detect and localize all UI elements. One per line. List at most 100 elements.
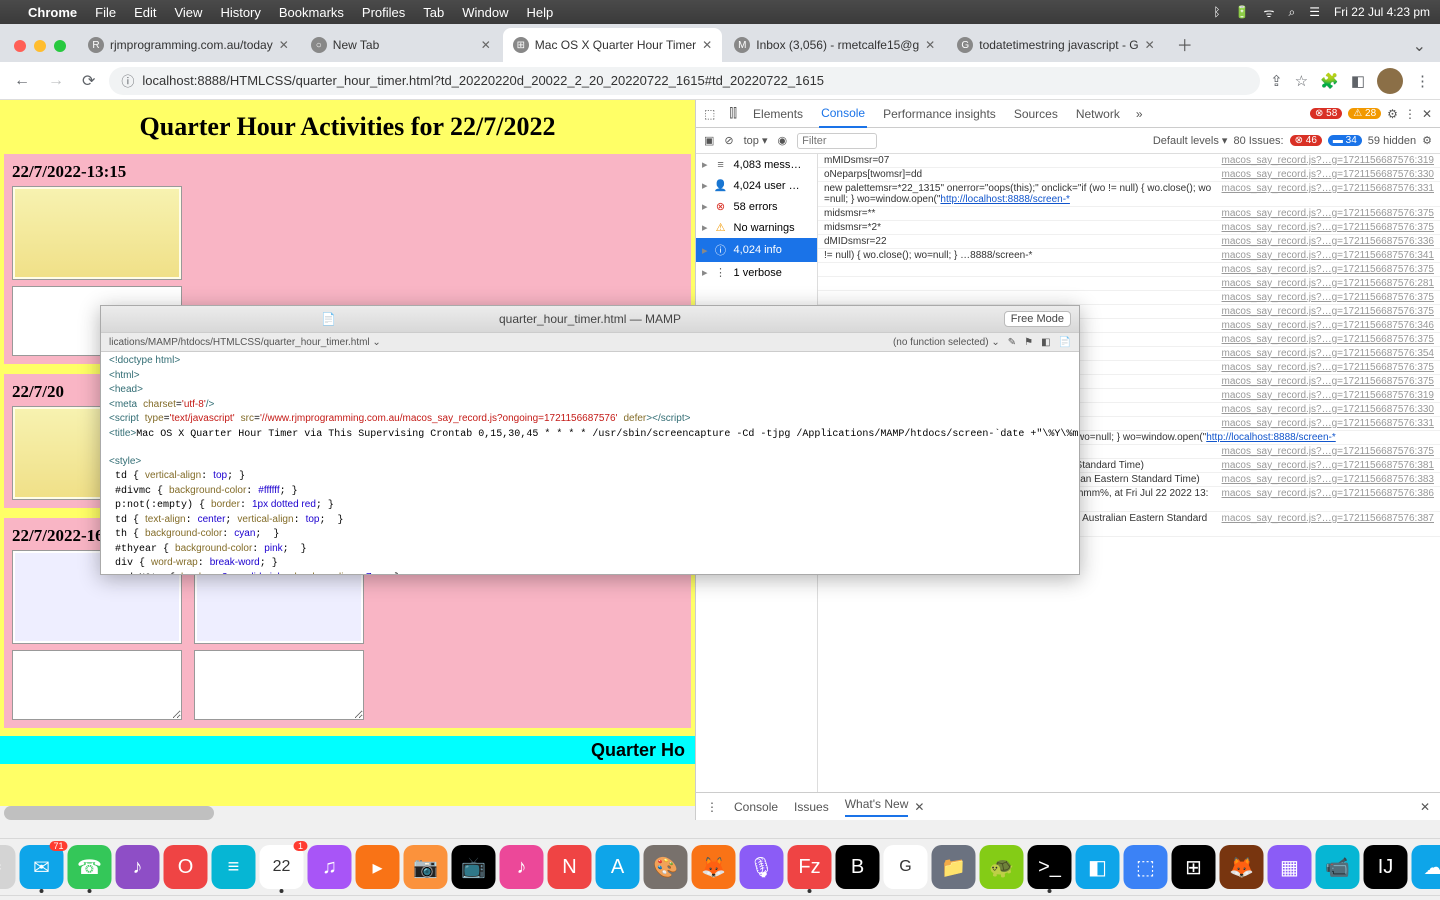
chrome-menu-icon[interactable]: ⋮ [1415,72,1430,90]
site-info-icon[interactable]: ⓘ [121,71,134,90]
log-source-link[interactable]: macos_say_record.js?…g=1721156687576:319 [1222,390,1434,401]
dock-app[interactable]: 📷 [404,845,448,889]
dock-app[interactable]: IJ [1364,845,1408,889]
browser-tab[interactable]: ⊞Mac OS X Quarter Hour Timer✕ [503,28,722,62]
code-area[interactable]: <!doctype html> <html> <head> <meta char… [101,352,1079,574]
log-source-link[interactable]: macos_say_record.js?…g=1721156687576:381 [1222,460,1434,471]
log-source-link[interactable]: macos_say_record.js?…g=1721156687576:330 [1222,404,1434,415]
drawer-tab-whatsnew[interactable]: What's New [845,797,909,817]
drawer-tab-issues[interactable]: Issues [794,800,829,814]
dock-app[interactable]: ♪ [116,845,160,889]
sidebar-filter-row[interactable]: ▸⚠No warnings [696,217,817,238]
log-source-link[interactable]: macos_say_record.js?…g=1721156687576:319 [1222,155,1434,166]
console-log-row[interactable]: oNeparps[twomsr]=ddmacos_say_record.js?…… [818,168,1440,182]
reload-button[interactable]: ⟳ [78,67,99,95]
error-count-badge[interactable]: ⊗ 58 [1310,108,1342,119]
menu-tab[interactable]: Tab [423,5,444,20]
levels-selector[interactable]: Default levels ▾ [1153,134,1228,147]
log-source-link[interactable]: macos_say_record.js?…g=1721156687576:383 [1222,474,1434,485]
clear-console-icon[interactable]: ⊘ [724,134,733,147]
wifi-icon[interactable]: ᯤ [1263,4,1274,21]
address-bar[interactable]: ⓘ localhost:8888/HTMLCSS/quarter_hour_ti… [109,67,1260,95]
menu-history[interactable]: History [220,5,260,20]
flag-icon[interactable]: ⚑ [1024,337,1033,348]
menu-bookmarks[interactable]: Bookmarks [279,5,344,20]
more-icon[interactable]: ⋮ [1404,107,1416,121]
browser-tab[interactable]: ○New Tab✕ [301,28,501,62]
dock-app[interactable]: ≡ [212,845,256,889]
comment-textarea[interactable] [12,650,182,720]
sidepanel-icon[interactable]: ◧ [1351,72,1365,90]
menu-view[interactable]: View [174,5,202,20]
close-tab-icon[interactable]: ✕ [481,38,491,52]
dock-app[interactable]: 🐢 [980,845,1024,889]
back-button[interactable]: ← [10,68,34,94]
close-tab-icon[interactable]: ✕ [702,38,712,52]
console-log-row[interactable]: dMIDsmsr=22macos_say_record.js?…g=172115… [818,235,1440,249]
log-source-link[interactable]: macos_say_record.js?…g=1721156687576:281 [1222,278,1434,289]
menu-window[interactable]: Window [462,5,508,20]
dock-app[interactable]: >_ [1028,845,1072,889]
close-tab-icon[interactable]: ✕ [925,38,935,52]
function-selector[interactable]: (no function selected) ⌄ [893,337,1000,348]
log-source-link[interactable]: macos_say_record.js?…g=1721156687576:375 [1222,208,1434,219]
split-icon[interactable]: ◧ [1041,337,1050,348]
console-log-row[interactable]: macos_say_record.js?…g=1721156687576:375 [818,291,1440,305]
dock-app[interactable]: A [596,845,640,889]
console-log-row[interactable]: midsmsr=**macos_say_record.js?…g=1721156… [818,207,1440,221]
dock-app[interactable]: ▸ [356,845,400,889]
battery-icon[interactable]: 🔋 [1235,5,1250,19]
share-icon[interactable]: ⇪ [1270,72,1283,90]
console-log-row[interactable]: macos_say_record.js?…g=1721156687576:375 [818,263,1440,277]
close-tab-icon[interactable]: ✕ [1145,38,1155,52]
dock-app[interactable]: ◧ [1076,845,1120,889]
dock-app[interactable]: 🎨 [644,845,688,889]
log-source-link[interactable]: macos_say_record.js?…g=1721156687576:375 [1222,376,1434,387]
drawer-tab-console[interactable]: Console [734,800,778,814]
screenshot-thumb[interactable] [12,186,182,280]
log-source-link[interactable]: macos_say_record.js?…g=1721156687576:375 [1222,306,1434,317]
browser-tab[interactable]: Rrjmprogramming.com.au/today✕ [78,28,299,62]
log-source-link[interactable]: macos_say_record.js?…g=1721156687576:331 [1222,183,1434,205]
dock-app[interactable]: ⬚ [1124,845,1168,889]
log-source-link[interactable]: macos_say_record.js?…g=1721156687576:331 [1222,418,1434,429]
log-source-link[interactable]: macos_say_record.js?…g=1721156687576:330 [1222,169,1434,180]
settings-icon[interactable]: ⚙ [1387,107,1398,121]
tab-overflow-icon[interactable]: ⌄ [1399,36,1440,62]
dock-app[interactable]: ♪ [500,845,544,889]
context-selector[interactable]: top ▾ [744,134,768,147]
minimize-window-icon[interactable] [34,40,46,52]
log-source-link[interactable]: macos_say_record.js?…g=1721156687576:387 [1222,513,1434,535]
maximize-window-icon[interactable] [54,40,66,52]
dock-app[interactable]: ☎ [68,845,112,889]
dock-app[interactable]: ⚙ [0,845,16,889]
device-icon[interactable]: ⫿⫿ [729,106,737,121]
dock-app[interactable]: B [836,845,880,889]
issue-error-badge[interactable]: ⊗ 46 [1290,135,1322,146]
close-drawer-tab-icon[interactable]: ✕ [914,800,924,814]
log-source-link[interactable]: macos_say_record.js?…g=1721156687576:375 [1222,222,1434,233]
dock-app[interactable]: N [548,845,592,889]
sidebar-filter-row[interactable]: ▸ⓘ4,024 info [696,238,817,262]
free-mode-badge[interactable]: Free Mode [1004,311,1071,327]
dock-app[interactable]: 📺 [452,845,496,889]
console-log-row[interactable]: != null) { wo.close(); wo=null; } …8888/… [818,249,1440,263]
browser-tab[interactable]: Gtodatetimestring javascript - G✕ [947,28,1164,62]
live-expr-icon[interactable]: ◉ [778,134,788,147]
close-window-icon[interactable] [14,40,26,52]
console-log-row[interactable]: new palettemsr=*22_1315" onerror="oops(t… [818,182,1440,207]
extensions-icon[interactable]: 🧩 [1320,72,1339,90]
sidebar-filter-row[interactable]: ▸≡4,083 mess… [696,154,817,175]
dock-app[interactable]: G [884,845,928,889]
code-editor-window[interactable]: 📄 quarter_hour_timer.html — MAMP Free Mo… [100,305,1080,575]
log-source-link[interactable]: macos_say_record.js?…g=1721156687576:375 [1222,334,1434,345]
sidebar-filter-row[interactable]: ▸⊗58 errors [696,196,817,217]
spotlight-icon[interactable]: ⌕ [1288,5,1295,20]
app-name[interactable]: Chrome [28,5,77,20]
log-source-link[interactable]: macos_say_record.js?…g=1721156687576:375 [1222,292,1434,303]
log-source-link[interactable]: macos_say_record.js?…g=1721156687576:375 [1222,446,1434,457]
tab-sources[interactable]: Sources [1012,101,1060,127]
bookmark-icon[interactable]: ☆ [1295,72,1308,90]
dock-app[interactable]: 🦊 [1220,845,1264,889]
new-tab-button[interactable]: ＋ [1167,32,1203,62]
